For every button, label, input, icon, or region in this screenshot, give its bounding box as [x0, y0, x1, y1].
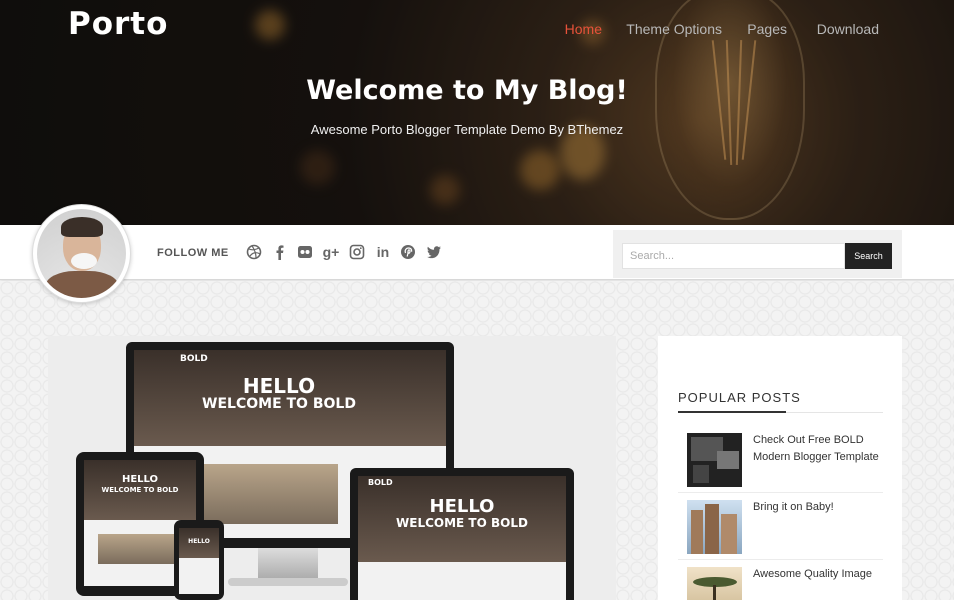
screen-welcome: WELCOME TO BOLD [202, 396, 356, 412]
site-logo[interactable]: Porto [68, 6, 168, 42]
post-thumbnail[interactable] [687, 500, 742, 554]
tablet-hello: HELLO [121, 474, 159, 485]
featured-post-image[interactable]: BOLD HELLO WELCOME TO BOLD HELLO WELCOME… [48, 336, 616, 600]
hero-title: Welcome to My Blog! [306, 75, 628, 106]
laptop-brand: BOLD [368, 478, 393, 487]
dribbble-icon[interactable] [246, 244, 262, 260]
phone-hello: HELLO [188, 538, 210, 545]
avatar[interactable] [32, 204, 131, 303]
instagram-icon[interactable] [349, 244, 365, 260]
search-button[interactable]: Search [845, 243, 892, 269]
laptop-hello: HELLO [429, 496, 495, 517]
post-title-link[interactable]: Awesome Quality Image [753, 566, 883, 583]
tablet-welcome: WELCOME TO BOLD [101, 486, 179, 494]
nav-item-download[interactable]: Download [817, 21, 879, 37]
nav-item-theme-options[interactable]: Theme Options [626, 21, 722, 37]
post-thumbnail[interactable] [687, 433, 742, 487]
nav-item-home[interactable]: Home [565, 21, 602, 37]
screen-brand: BOLD [180, 354, 208, 364]
nav-item-pages[interactable]: Pages [747, 21, 787, 37]
google-plus-icon[interactable]: g+ [322, 244, 340, 260]
hero-banner: Porto Home Theme Options Pages Download … [0, 0, 954, 225]
post-thumbnail[interactable] [687, 567, 742, 600]
facebook-icon[interactable] [272, 244, 288, 260]
screen-hello: HELLO [242, 374, 316, 398]
flickr-icon[interactable] [297, 244, 313, 260]
pinterest-icon[interactable] [400, 244, 416, 260]
twitter-icon[interactable] [426, 244, 442, 260]
follow-me-label: FOLLOW ME [157, 247, 229, 259]
post-title-link[interactable]: Check Out Free BOLD Modern Blogger Templ… [753, 432, 883, 466]
post-title-link[interactable]: Bring it on Baby! [753, 499, 883, 516]
popular-posts-title: POPULAR POSTS [678, 390, 801, 405]
linkedin-icon[interactable]: in [375, 244, 391, 260]
hero-subtitle: Awesome Porto Blogger Template Demo By B… [310, 122, 624, 137]
laptop-welcome: WELCOME TO BOLD [396, 516, 528, 530]
search-input[interactable] [622, 243, 845, 269]
